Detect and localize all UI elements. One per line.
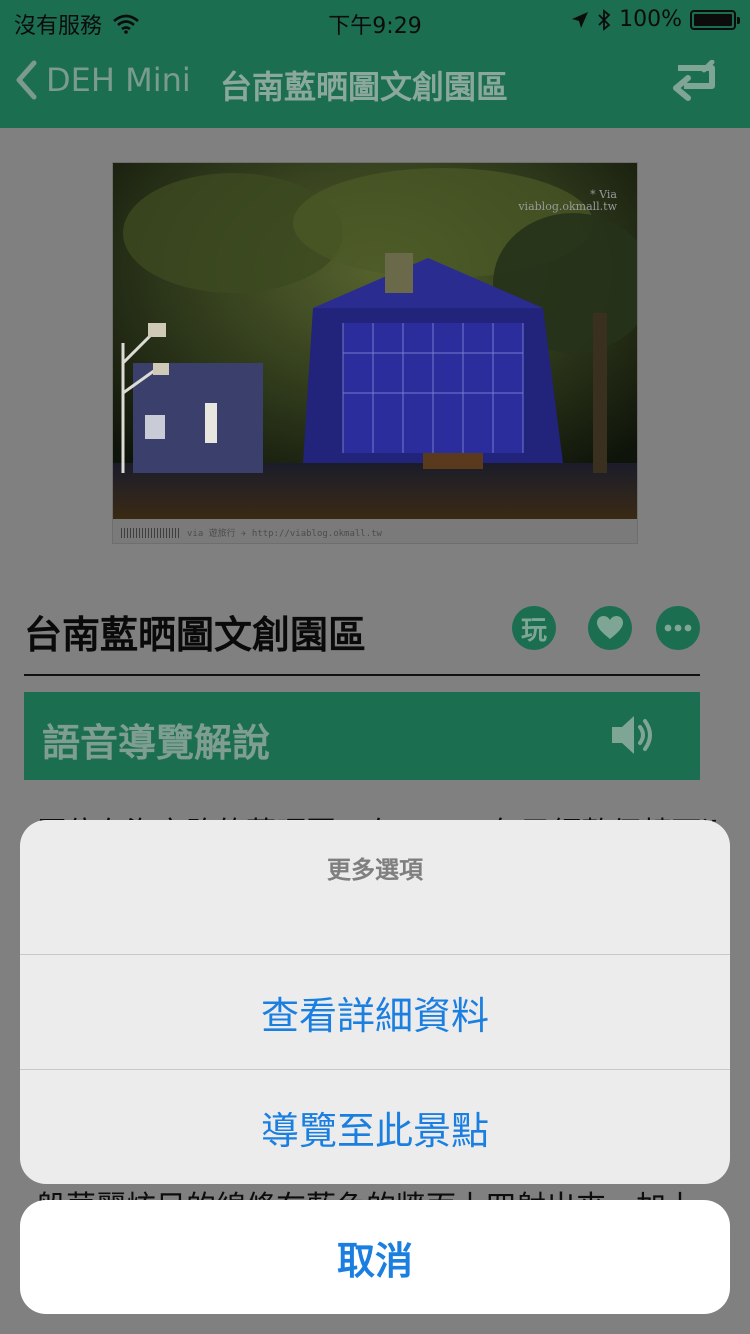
place-photo-frame: * Via viablog.okmall.tw via 遊旅行 ✈ http:/… <box>112 162 638 544</box>
speaker-icon <box>612 716 652 754</box>
photo-caption-text: via 遊旅行 ✈ http://viablog.okmall.tw <box>187 529 382 539</box>
barcode-icon <box>121 527 181 538</box>
play-badge-icon[interactable]: 玩 <box>512 606 556 650</box>
battery-percent: 100% <box>619 7 682 32</box>
navigate-to-spot-button[interactable]: 導覽至此景點 <box>20 1070 730 1184</box>
navigation-bar: DEH Mini 台南藍晒圖文創園區 <box>0 40 750 128</box>
watermark-line2: viablog.okmall.tw <box>518 200 617 213</box>
play-badge-label: 玩 <box>520 615 547 646</box>
audio-guide-label: 語音導覽解說 <box>42 721 271 765</box>
nav-title: 台南藍晒圖文創園區 <box>220 68 509 106</box>
chevron-left-icon <box>16 60 37 100</box>
action-sheet-title: 更多選項 <box>327 856 423 884</box>
status-bar: 沒有服務 下午9:29 100% <box>0 0 750 40</box>
more-icon <box>664 624 692 632</box>
battery-level <box>694 13 732 26</box>
back-button[interactable]: DEH Mini <box>14 60 191 100</box>
place-title: 台南藍晒圖文創園區 <box>24 613 367 657</box>
cancel-button[interactable]: 取消 <box>20 1200 730 1314</box>
battery-icon <box>690 9 740 30</box>
favorite-button[interactable] <box>588 606 632 650</box>
heart-icon <box>597 616 623 639</box>
action-sheet: 更多選項 查看詳細資料 導覽至此景點 <box>20 820 730 1184</box>
title-divider <box>24 674 700 676</box>
back-label: DEH Mini <box>46 61 191 99</box>
location-arrow-icon <box>572 11 589 28</box>
status-right: 100% <box>571 7 740 32</box>
photo-illustration <box>113 163 637 519</box>
description-text-bottom: 般華麗炫目的線條在藍色的牆面上四射出來，加上 <box>36 1182 716 1202</box>
more-button[interactable] <box>656 606 700 650</box>
audio-guide-button[interactable]: 語音導覽解說 <box>24 692 700 780</box>
photo-watermark: * Via viablog.okmall.tw <box>518 189 617 213</box>
bluetooth-icon <box>598 8 611 31</box>
return-icon[interactable] <box>668 60 720 106</box>
place-photo: * Via viablog.okmall.tw <box>113 163 637 519</box>
view-details-button[interactable]: 查看詳細資料 <box>20 955 730 1069</box>
photo-caption: via 遊旅行 ✈ http://viablog.okmall.tw <box>121 526 382 539</box>
